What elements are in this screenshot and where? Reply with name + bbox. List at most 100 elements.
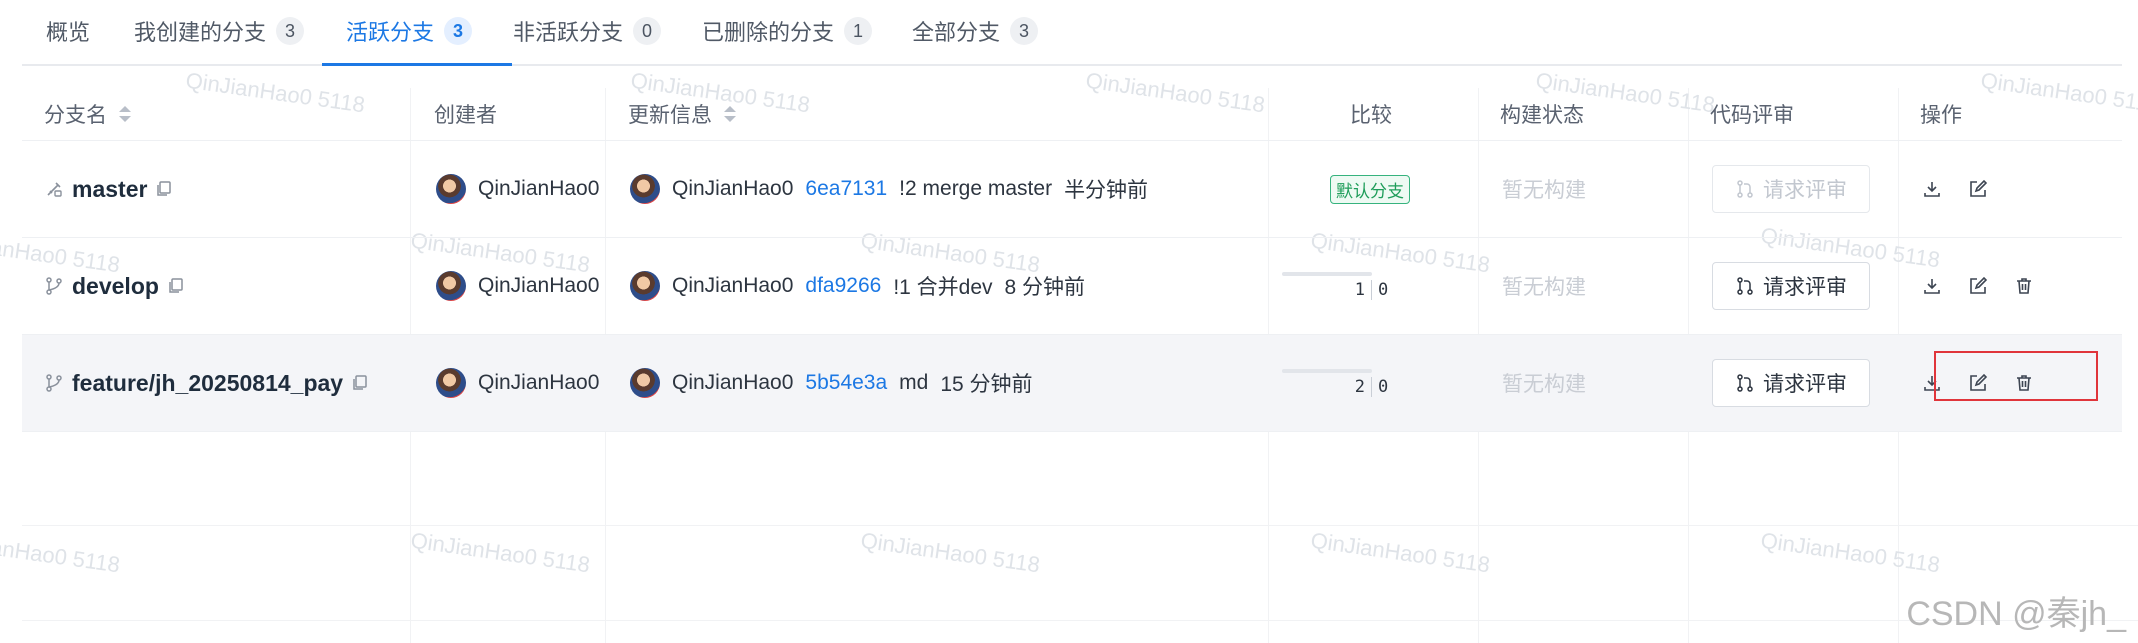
review-cell: 请求评审 bbox=[1712, 238, 1870, 334]
sort-icon[interactable] bbox=[119, 106, 131, 122]
request-review-button[interactable]: 请求评审 bbox=[1712, 359, 1870, 407]
branch-name-cell: master bbox=[44, 141, 173, 237]
avatar bbox=[630, 174, 660, 204]
tab-all-branches[interactable]: 全部分支 3 bbox=[912, 0, 1039, 62]
tab-count-badge: 3 bbox=[1010, 17, 1039, 45]
table-header: 分支名 创建者 更新信息 比较 构建状态 代码评审 操作 bbox=[22, 88, 2122, 141]
edit-icon[interactable] bbox=[1968, 373, 1988, 393]
table-row: feature/jh_20250814_pay QinJianHao0 QinJ… bbox=[22, 335, 2122, 432]
ahead-count: 0 bbox=[1378, 377, 1389, 397]
actions-cell bbox=[1922, 238, 2034, 334]
csdn-watermark: CSDN @秦jh_ bbox=[1906, 595, 2126, 633]
branch-name-link[interactable]: master bbox=[72, 176, 147, 203]
watermark-text: QinJianHao0 5118 bbox=[1309, 527, 1492, 578]
tab-count-badge: 1 bbox=[844, 17, 873, 45]
col-actions: 操作 bbox=[1920, 88, 1962, 140]
tab-overview[interactable]: 概览 bbox=[46, 0, 90, 62]
avatar bbox=[436, 271, 466, 301]
copy-icon[interactable] bbox=[167, 277, 185, 295]
compare-counts: 1 0 bbox=[1282, 280, 1394, 300]
review-cell: 请求评审 bbox=[1712, 335, 1870, 431]
commit-time: 8 分钟前 bbox=[1004, 276, 1086, 299]
build-status: 暂无构建 bbox=[1502, 373, 1586, 396]
sort-icon[interactable] bbox=[724, 106, 736, 122]
commit-message[interactable]: !2 merge master bbox=[899, 177, 1052, 201]
download-icon[interactable] bbox=[1922, 276, 1942, 296]
tab-inactive-branches[interactable]: 非活跃分支 0 bbox=[513, 0, 662, 62]
tab-count-badge: 0 bbox=[633, 17, 662, 45]
actions-cell bbox=[1922, 335, 2034, 431]
protected-branch-icon bbox=[47, 182, 62, 197]
commit-sha-link[interactable]: dfa9266 bbox=[805, 274, 881, 298]
ahead-count: 0 bbox=[1378, 280, 1389, 300]
tab-my-branches[interactable]: 我创建的分支 3 bbox=[134, 0, 305, 62]
request-review-label: 请求评审 bbox=[1763, 373, 1847, 396]
col-branch-name[interactable]: 分支名 bbox=[44, 88, 131, 140]
creator-name[interactable]: QinJianHao0 bbox=[478, 371, 599, 395]
col-update-info[interactable]: 更新信息 bbox=[628, 88, 736, 140]
branch-name-cell: develop bbox=[44, 238, 185, 334]
col-code-review: 代码评审 bbox=[1710, 88, 1794, 140]
delete-icon[interactable] bbox=[2014, 276, 2034, 296]
table-row: develop QinJianHao0 QinJianHao0 dfa9266 … bbox=[22, 238, 2122, 335]
branch-name-link[interactable]: feature/jh_20250814_pay bbox=[72, 370, 343, 397]
compare-bar bbox=[1282, 369, 1372, 373]
commit-author[interactable]: QinJianHao0 bbox=[672, 177, 793, 201]
branch-tabs: 概览 我创建的分支 3 活跃分支 3 非活跃分支 0 已删除的分支 1 全部分支… bbox=[22, 0, 2122, 66]
col-build-status: 构建状态 bbox=[1500, 88, 1584, 140]
tab-active-branches[interactable]: 活跃分支 3 bbox=[346, 0, 473, 62]
commit-sha-link[interactable]: 6ea7131 bbox=[805, 177, 887, 201]
edit-icon[interactable] bbox=[1968, 179, 1988, 199]
table-row: master QinJianHao0 QinJianHao0 6ea7131 !… bbox=[22, 141, 2122, 238]
watermark-text: QinJianHao0 5118 bbox=[1759, 527, 1942, 578]
col-label: 更新信息 bbox=[628, 104, 712, 127]
col-label: 比较 bbox=[1350, 104, 1392, 127]
branch-icon bbox=[46, 374, 62, 392]
col-label: 构建状态 bbox=[1500, 104, 1584, 127]
tab-deleted-branches[interactable]: 已删除的分支 1 bbox=[702, 0, 873, 62]
commit-message[interactable]: md bbox=[899, 371, 928, 395]
active-tab-indicator bbox=[322, 63, 512, 66]
download-icon[interactable] bbox=[1922, 179, 1942, 199]
tab-label: 全部分支 bbox=[912, 20, 1001, 45]
download-icon[interactable] bbox=[1922, 373, 1942, 393]
watermark-text: QinJianHao0 5118 bbox=[409, 527, 592, 578]
commit-time: 15 分钟前 bbox=[940, 373, 1033, 396]
col-label: 代码评审 bbox=[1710, 104, 1794, 127]
merge-request-icon bbox=[1737, 277, 1753, 295]
commit-author[interactable]: QinJianHao0 bbox=[672, 274, 793, 298]
watermark-text: QinJianHao0 5118 bbox=[0, 527, 122, 578]
build-status: 暂无构建 bbox=[1502, 179, 1586, 202]
request-review-button[interactable]: 请求评审 bbox=[1712, 165, 1870, 213]
request-review-label: 请求评审 bbox=[1763, 179, 1847, 202]
tab-label: 概览 bbox=[46, 20, 91, 45]
creator-cell: QinJianHao0 bbox=[436, 335, 599, 431]
commit-message[interactable]: !1 合并dev bbox=[893, 271, 992, 301]
creator-name[interactable]: QinJianHao0 bbox=[478, 274, 599, 298]
behind-count: 2 bbox=[1282, 377, 1372, 397]
merge-request-icon bbox=[1737, 374, 1753, 392]
avatar bbox=[630, 368, 660, 398]
request-review-button[interactable]: 请求评审 bbox=[1712, 262, 1870, 310]
edit-icon[interactable] bbox=[1968, 276, 1988, 296]
request-review-label: 请求评审 bbox=[1763, 276, 1847, 299]
commit-author[interactable]: QinJianHao0 bbox=[672, 371, 793, 395]
copy-icon[interactable] bbox=[351, 374, 369, 392]
col-label: 创建者 bbox=[434, 104, 497, 127]
branch-name-link[interactable]: develop bbox=[72, 273, 159, 300]
build-status: 暂无构建 bbox=[1502, 276, 1586, 299]
behind-count: 1 bbox=[1282, 280, 1372, 300]
branch-table: 分支名 创建者 更新信息 比较 构建状态 代码评审 操作 master QinJ… bbox=[22, 88, 2122, 432]
copy-icon[interactable] bbox=[155, 180, 173, 198]
col-compare: 比较 bbox=[1350, 88, 1392, 140]
col-label: 操作 bbox=[1920, 104, 1962, 127]
commit-sha-link[interactable]: 5b54e3a bbox=[805, 371, 887, 395]
commit-time: 半分钟前 bbox=[1064, 179, 1149, 202]
creator-cell: QinJianHao0 bbox=[436, 141, 599, 237]
merge-request-icon bbox=[1737, 180, 1753, 198]
tab-label: 非活跃分支 bbox=[513, 20, 624, 45]
compare-cell: 1 0 bbox=[1282, 238, 1394, 334]
creator-name[interactable]: QinJianHao0 bbox=[478, 177, 599, 201]
col-label: 分支名 bbox=[44, 104, 107, 127]
delete-icon[interactable] bbox=[2014, 373, 2034, 393]
